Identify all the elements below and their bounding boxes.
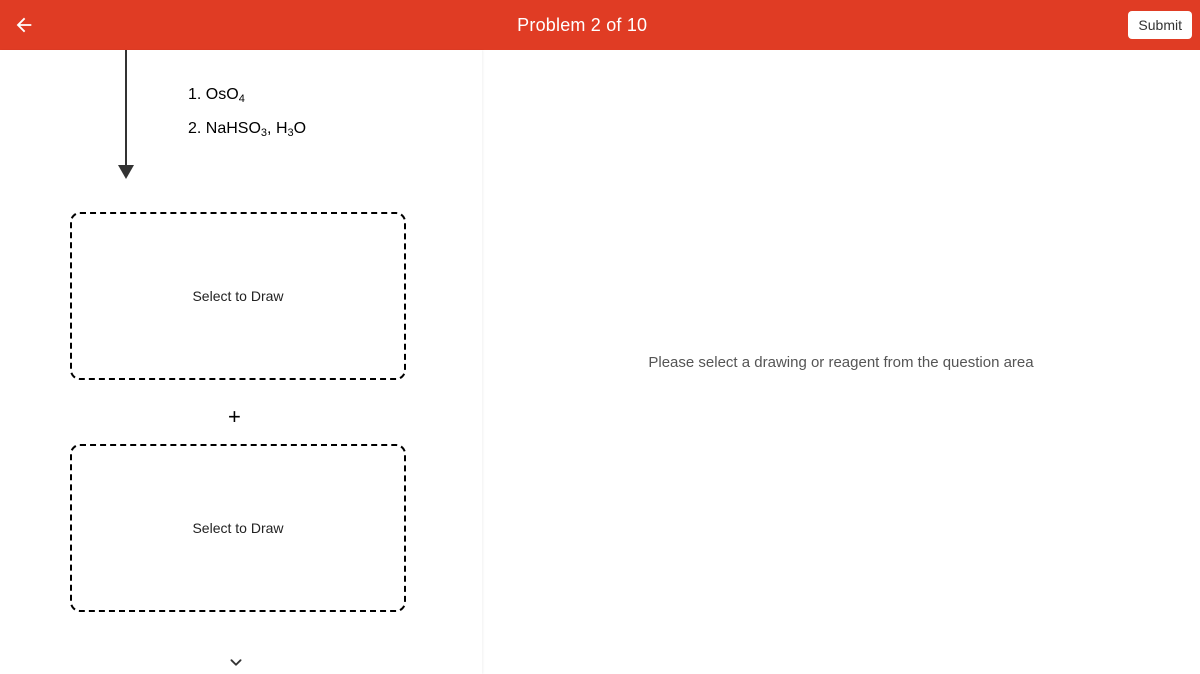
reagent-1-sub: 4 — [239, 93, 245, 105]
reagent-line-1[interactable]: 1. OsO4 — [188, 86, 245, 105]
question-panel: 1. OsO4 2. NaHSO3, H3O Select to Draw + … — [0, 50, 482, 674]
chevron-down-icon — [225, 651, 247, 673]
reaction-arrow — [118, 50, 134, 190]
back-button[interactable] — [12, 13, 36, 37]
reagent-line-2[interactable]: 2. NaHSO3, H3O — [188, 120, 306, 139]
answer-panel-message: Please select a drawing or reagent from … — [648, 354, 1033, 371]
submit-button[interactable]: Submit — [1128, 11, 1192, 39]
main-body: 1. OsO4 2. NaHSO3, H3O Select to Draw + … — [0, 50, 1200, 674]
draw-box-1[interactable]: Select to Draw — [70, 212, 406, 380]
arrow-line-icon — [125, 50, 127, 170]
draw-box-1-label: Select to Draw — [192, 288, 283, 304]
reagent-2-text-c: O — [294, 120, 306, 137]
scroll-down-button[interactable] — [224, 650, 248, 674]
plus-separator: + — [228, 404, 241, 430]
top-header: Problem 2 of 10 Submit — [0, 0, 1200, 50]
arrow-left-icon — [13, 14, 35, 36]
draw-box-2-label: Select to Draw — [192, 520, 283, 536]
arrow-down-icon — [118, 165, 134, 179]
reagent-2-text-a: 2. NaHSO — [188, 120, 261, 137]
draw-box-2[interactable]: Select to Draw — [70, 444, 406, 612]
page-title: Problem 2 of 10 — [517, 15, 647, 36]
reagent-1-text: 1. OsO — [188, 86, 239, 103]
reagent-2-text-b: , H — [267, 120, 287, 137]
answer-panel: Please select a drawing or reagent from … — [482, 50, 1200, 674]
